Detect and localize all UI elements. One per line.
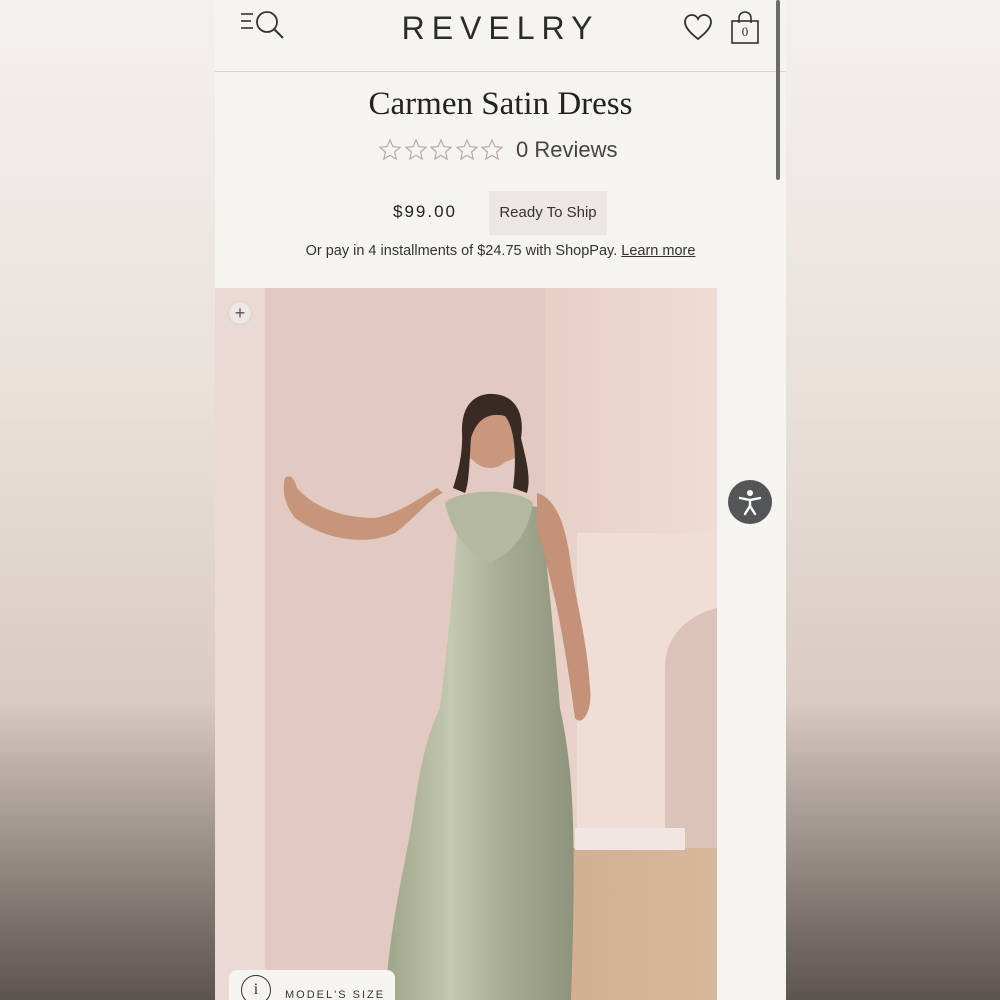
info-icon: i [241, 975, 271, 1000]
star-rating[interactable] [378, 136, 506, 164]
zoom-button[interactable]: + [228, 301, 252, 325]
product-price: $99.00 [393, 202, 457, 221]
star-icon [404, 138, 427, 161]
heart-icon[interactable] [683, 13, 713, 43]
background-left [0, 0, 215, 1000]
model-size-button[interactable]: i MODEL'S SIZE [229, 970, 395, 1000]
cart-count: 0 [741, 24, 749, 39]
installments-message: Or pay in 4 installments of $24.75 with … [305, 243, 618, 259]
star-icon [455, 138, 478, 161]
accessibility-icon [738, 490, 762, 516]
model-size-label: MODEL'S SIZE [285, 989, 386, 1000]
star-icon [378, 138, 402, 161]
scrollbar[interactable] [776, 0, 780, 180]
accessibility-button[interactable] [728, 480, 772, 524]
product-image[interactable] [215, 288, 717, 1000]
star-icon [429, 138, 453, 161]
background-right [786, 0, 1000, 1000]
dress-photo [215, 288, 717, 1000]
product-page: REVELRY 0 Carmen Satin Dress 0 Reviews $… [215, 0, 786, 1000]
installments-text: Or pay in 4 installments of $24.75 with … [215, 243, 786, 259]
star-icon [480, 138, 504, 161]
reviews-link[interactable]: 0 Reviews [516, 136, 617, 164]
ready-to-ship-badge: Ready To Ship [489, 191, 607, 235]
learn-more-link[interactable]: Learn more [621, 243, 695, 259]
site-header: REVELRY 0 [215, 0, 786, 72]
product-title: Carmen Satin Dress [368, 86, 633, 122]
